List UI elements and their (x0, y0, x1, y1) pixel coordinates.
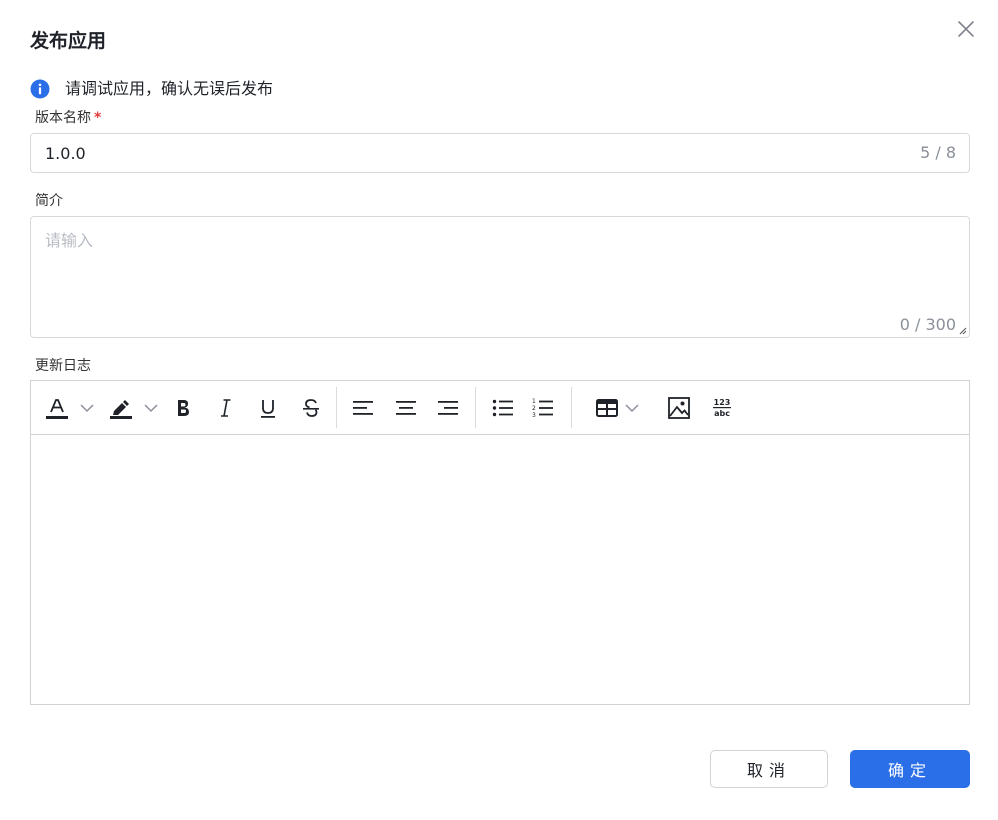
highlight-icon (110, 399, 132, 419)
bold-icon (178, 399, 189, 416)
changelog-editor: 1 2 3 123 abc (30, 380, 970, 705)
strikethrough-button[interactable] (297, 381, 325, 434)
align-center-button[interactable] (392, 381, 420, 434)
intro-textarea-box[interactable]: 0 / 300 (30, 216, 970, 338)
chevron-down-icon (144, 403, 158, 412)
svg-text:1: 1 (532, 398, 536, 405)
formula-icon-top: 123 (714, 398, 731, 407)
editor-content-area[interactable] (31, 435, 969, 704)
chevron-down-icon (80, 403, 94, 412)
formula-icon: 123 abc (713, 398, 731, 418)
info-icon (30, 79, 50, 98)
required-mark: * (94, 110, 102, 126)
changelog-label: 更新日志 (35, 358, 91, 374)
image-button[interactable] (665, 381, 693, 434)
align-right-button[interactable] (434, 381, 462, 434)
table-dropdown[interactable] (623, 381, 641, 434)
highlight-dropdown[interactable] (141, 381, 161, 434)
info-banner: 请调试应用，确认无误后发布 (30, 76, 273, 98)
formula-button[interactable]: 123 abc (708, 381, 736, 434)
table-icon (596, 398, 618, 417)
image-icon (668, 396, 690, 419)
bullet-list-button[interactable] (489, 381, 517, 434)
version-label: 版本名称 * (35, 107, 101, 127)
highlight-button[interactable] (107, 381, 135, 434)
confirm-button[interactable]: 确定 (850, 750, 970, 788)
dialog-title: 发布应用 (30, 30, 107, 52)
close-button[interactable] (955, 18, 977, 40)
align-center-icon (396, 400, 416, 415)
italic-icon (221, 398, 231, 417)
align-left-button[interactable] (349, 381, 377, 434)
resize-handle-icon[interactable] (958, 326, 967, 335)
close-icon (958, 21, 974, 37)
font-color-icon (46, 398, 68, 419)
underline-icon (261, 399, 275, 418)
numbered-list-icon: 1 2 3 (532, 398, 553, 419)
version-label-text: 版本名称 (35, 110, 91, 126)
font-color-dropdown[interactable] (77, 381, 97, 434)
toolbar-divider (475, 387, 476, 428)
svg-text:2: 2 (532, 405, 536, 412)
intro-counter: 0 / 300 (899, 315, 956, 334)
toolbar-divider (336, 387, 337, 428)
intro-label: 简介 (35, 193, 63, 209)
align-right-icon (438, 400, 458, 415)
version-input[interactable] (45, 134, 885, 172)
intro-textarea[interactable] (45, 227, 905, 297)
info-text: 请调试应用，确认无误后发布 (65, 79, 274, 98)
toolbar-divider (571, 387, 572, 428)
align-left-icon (353, 400, 373, 415)
italic-button[interactable] (212, 381, 240, 434)
table-button[interactable] (593, 381, 621, 434)
font-color-button[interactable] (43, 381, 71, 434)
numbered-list-button[interactable]: 1 2 3 (529, 381, 557, 434)
bold-button[interactable] (169, 381, 197, 434)
svg-text:3: 3 (532, 412, 536, 419)
cancel-button[interactable]: 取消 (710, 750, 828, 788)
version-counter: 5 / 8 (920, 143, 956, 162)
strikethrough-icon (303, 398, 319, 417)
version-input-box[interactable]: 5 / 8 (30, 133, 970, 173)
publish-dialog: 发布应用 请调试应用，确认无误后发布 版本名称* 5 / 8 简介 0 / 30… (0, 0, 998, 820)
editor-toolbar: 1 2 3 123 abc (31, 381, 969, 435)
formula-icon-bottom: abc (714, 409, 730, 418)
underline-button[interactable] (254, 381, 282, 434)
chevron-down-icon (625, 403, 639, 412)
bullet-list-icon (492, 399, 513, 416)
